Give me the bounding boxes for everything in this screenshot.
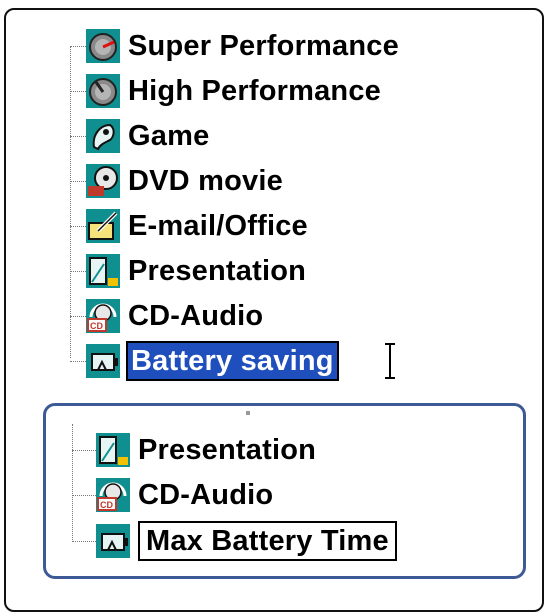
tree-connector bbox=[72, 450, 96, 451]
tree-item-max-battery-time[interactable]: Max Battery Time bbox=[96, 521, 397, 561]
tree-item-label: Presentation bbox=[138, 434, 317, 466]
game-icon bbox=[86, 119, 120, 153]
tree-item-label: DVD movie bbox=[128, 165, 283, 197]
svg-text:CD: CD bbox=[90, 321, 103, 331]
tree-item-label: Presentation bbox=[128, 255, 307, 287]
tree-item-label: High Performance bbox=[128, 75, 381, 107]
divider-mark bbox=[246, 411, 250, 415]
svg-text:CD: CD bbox=[100, 500, 113, 510]
tree-item-cd-audio[interactable]: CD CD-Audio bbox=[96, 475, 273, 515]
battery-icon bbox=[86, 344, 120, 378]
tree-item-cd-audio[interactable]: CD CD-Audio bbox=[86, 296, 263, 336]
tree-item-label: E-mail/Office bbox=[128, 210, 308, 242]
tree-item-high-performance[interactable]: High Performance bbox=[86, 71, 381, 111]
tree-item-super-performance[interactable]: Super Performance bbox=[86, 26, 399, 66]
cd-audio-icon: CD bbox=[86, 299, 120, 333]
text-cursor-icon bbox=[385, 343, 395, 379]
cd-audio-icon: CD bbox=[96, 478, 130, 512]
battery-icon bbox=[96, 524, 130, 558]
rename-edit-field[interactable]: Max Battery Time bbox=[138, 521, 397, 561]
presentation-icon bbox=[86, 254, 120, 288]
gauge-icon bbox=[86, 74, 120, 108]
tree-item-label: CD-Audio bbox=[138, 479, 274, 511]
gauge-icon bbox=[86, 29, 120, 63]
tree-item-label: CD-Audio bbox=[128, 300, 264, 332]
rename-edit-field[interactable]: Battery saving bbox=[126, 341, 339, 381]
email-office-icon bbox=[86, 209, 120, 243]
tree-item-label: Game bbox=[128, 120, 210, 152]
tree-item-battery-saving[interactable]: Battery saving bbox=[86, 341, 339, 381]
tree-connector-vertical bbox=[72, 424, 73, 542]
tree-item-dvd-movie[interactable]: DVD movie bbox=[86, 161, 283, 201]
tree-item-label: Super Performance bbox=[128, 30, 399, 62]
tree-connector bbox=[72, 541, 96, 542]
tree-connector bbox=[72, 495, 96, 496]
presentation-icon bbox=[96, 433, 130, 467]
tree-item-game[interactable]: Game bbox=[86, 116, 209, 156]
tree-item-presentation[interactable]: Presentation bbox=[96, 430, 316, 470]
tree-item-presentation[interactable]: Presentation bbox=[86, 251, 306, 291]
dvd-icon bbox=[86, 164, 120, 198]
tree-connector-vertical bbox=[70, 46, 71, 358]
tree-item-email-office[interactable]: E-mail/Office bbox=[86, 206, 308, 246]
